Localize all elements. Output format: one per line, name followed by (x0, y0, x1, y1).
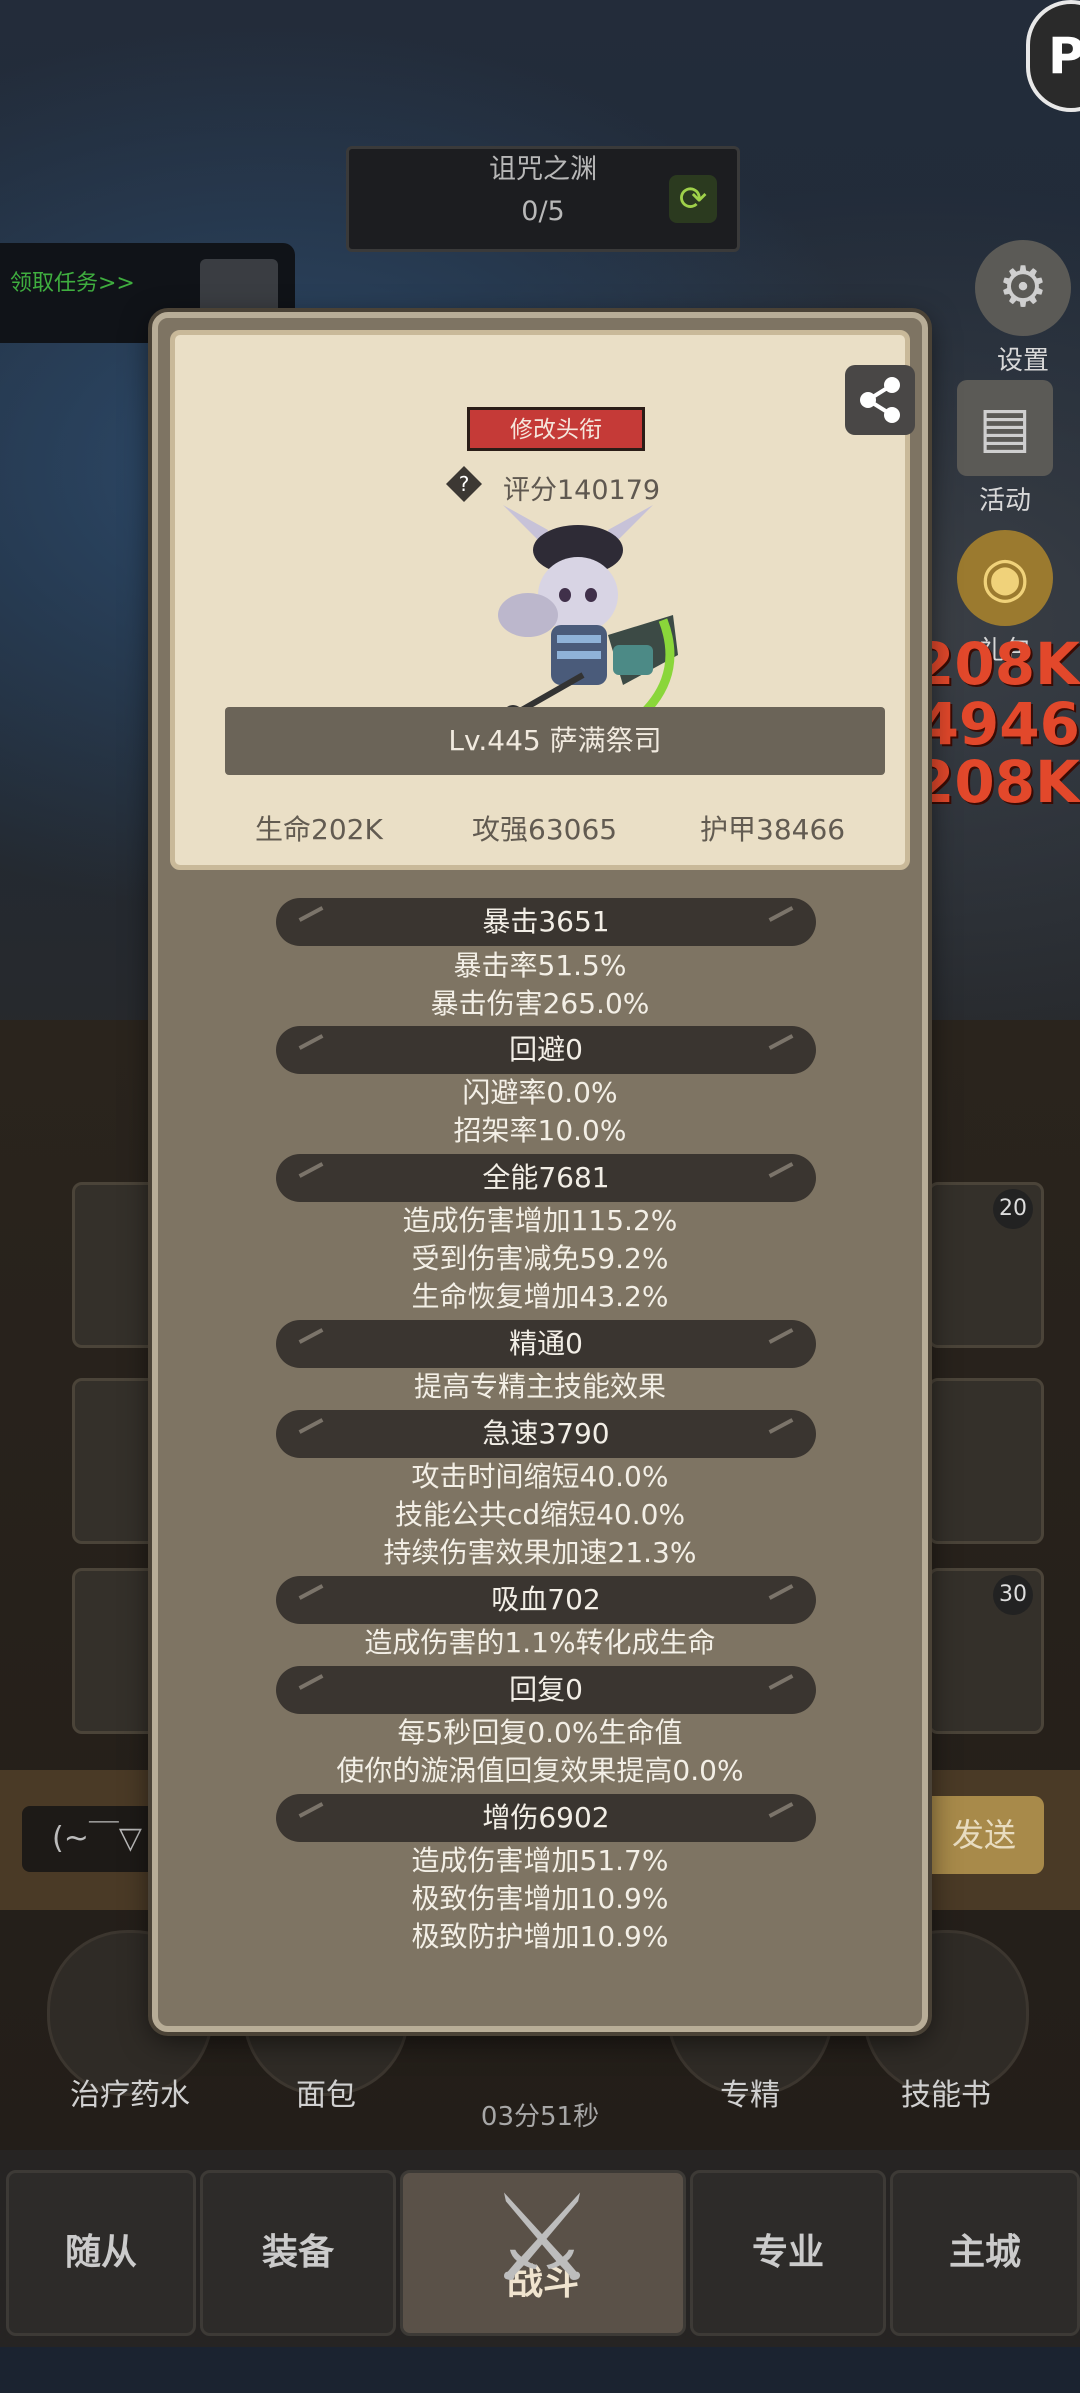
potion-label: 治疗药水 (70, 2078, 190, 2113)
specialization-label: 专精 (720, 2078, 780, 2113)
skill-slot[interactable] (928, 1378, 1044, 1544)
activity-button[interactable]: ▤ 活动 (950, 380, 1060, 517)
skillbook-label: 技能书 (901, 2078, 991, 2113)
task-banner-label: 领取任务>> (10, 271, 135, 296)
stat-line: 技能公共cd缩短40.0% (394, 1498, 686, 1531)
tab-followers[interactable]: 随从 (6, 2170, 196, 2336)
stat-line: 暴击率51.5% (453, 949, 627, 982)
stat-line: 受到伤害减免59.2% (411, 1242, 669, 1275)
tab-equipment[interactable]: 装备 (200, 2170, 396, 2336)
stat-attack: 攻强63065 (472, 813, 618, 846)
stat-hp: 生命202K (255, 813, 383, 846)
stat-line: 每5秒回复0.0%生命值 (397, 1716, 683, 1749)
refresh-icon[interactable]: ⟳ (669, 175, 717, 223)
svg-text:?: ? (459, 472, 470, 496)
stat-line: 攻击时间缩短40.0% (411, 1460, 669, 1493)
section-header-versatility: 全能7681 (276, 1154, 816, 1202)
section-header-mastery: 精通0 (276, 1320, 816, 1368)
battle-timer: 03分51秒 (480, 2102, 600, 2132)
tab-main-city[interactable]: 主城 (890, 2170, 1080, 2336)
damage-number: 208K (913, 630, 1080, 698)
settings-button[interactable]: ⚙ 设置 (968, 240, 1078, 377)
character-avatar (498, 505, 678, 734)
character-stats-popup: 修改头衔 ? 评分140179 Lv.445 萨满祭司 生命202K 攻强630… (152, 312, 928, 2032)
section-header-regen: 回复0 (276, 1666, 816, 1714)
stat-line: 造成伤害增加115.2% (402, 1204, 678, 1237)
slot-count-badge: 30 (993, 1575, 1033, 1615)
damage-number: 208K (913, 748, 1080, 816)
change-title-button[interactable]: 修改头衔 (467, 407, 645, 451)
stat-armor: 护甲38466 (700, 813, 846, 846)
character-name-bar: Lv.445 萨满祭司 (225, 707, 885, 775)
stat-line: 极致防护增加10.9% (411, 1920, 669, 1953)
stat-line: 造成伤害增加51.7% (411, 1844, 669, 1877)
share-icon (860, 377, 900, 423)
profile-card: 修改头衔 ? 评分140179 Lv.445 萨满祭司 生命202K 攻强630… (170, 330, 915, 870)
share-button[interactable] (845, 365, 915, 435)
stat-line: 极致伤害增加10.9% (411, 1882, 669, 1915)
crossed-swords-icon: ⚔ (488, 2170, 596, 2309)
stat-line: 提高专精主技能效果 (413, 1370, 666, 1403)
tab-profession[interactable]: 专业 (690, 2170, 886, 2336)
gift-icon: ◉ (957, 530, 1053, 626)
stat-line: 造成伤害的1.1%转化成生命 (364, 1626, 716, 1659)
stat-line: 持续伤害效果加速21.3% (383, 1536, 697, 1569)
section-header-lifesteal: 吸血702 (276, 1576, 816, 1624)
slot-count-badge: 20 (993, 1189, 1033, 1229)
skill-slot[interactable]: 20 (928, 1182, 1044, 1348)
stat-line: 暴击伤害265.0% (430, 987, 650, 1020)
stat-line: 使你的漩涡值回复效果提高0.0% (336, 1754, 744, 1787)
stat-line: 生命恢复增加43.2% (411, 1280, 669, 1313)
section-header-crit: 暴击3651 (276, 898, 816, 946)
bread-label: 面包 (296, 2078, 356, 2113)
gear-icon: ⚙ (975, 240, 1071, 336)
stat-line: 闪避率0.0% (462, 1076, 618, 1109)
scroll-icon: ▤ (957, 380, 1053, 476)
section-header-damage-bonus: 增伤6902 (276, 1794, 816, 1842)
section-header-dodge: 回避0 (276, 1026, 816, 1074)
settings-label: 设置 (996, 346, 1049, 376)
stat-line: 招架率10.0% (453, 1114, 627, 1147)
activity-label: 活动 (978, 486, 1031, 516)
skill-slot[interactable]: 30 (928, 1568, 1044, 1734)
quest-box[interactable]: 诅咒之渊 0/5 ⟳ (346, 146, 740, 252)
section-header-haste: 急速3790 (276, 1410, 816, 1458)
